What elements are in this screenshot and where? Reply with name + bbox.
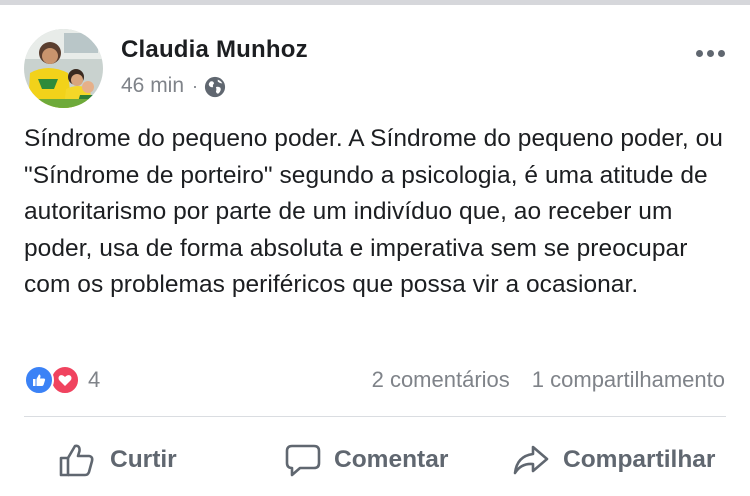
avatar[interactable]	[24, 29, 103, 108]
more-dot-icon	[695, 49, 703, 57]
share-arrow-icon	[513, 445, 549, 475]
comment-bubble-icon	[285, 444, 321, 477]
comments-count-link[interactable]: 2 comentários	[372, 367, 510, 393]
meta-separator: ·	[192, 75, 199, 96]
more-dot-icon	[706, 49, 714, 57]
post-stats: 2 comentários 1 compartilhamento	[372, 364, 725, 396]
comment-button-label: Comentar	[334, 446, 449, 473]
like-button-label: Curtir	[110, 446, 177, 473]
post-time[interactable]: 46 min	[121, 74, 184, 98]
reactions-summary[interactable]: 4	[24, 364, 100, 396]
share-button-label: Compartilhar	[563, 446, 716, 473]
author-name[interactable]: Claudia Munhoz	[121, 36, 308, 64]
globe-icon[interactable]	[204, 76, 226, 98]
comment-button[interactable]: Comentar	[284, 438, 448, 482]
post-meta: 46 min ·	[121, 72, 226, 100]
reaction-count: 4	[88, 367, 101, 392]
love-reaction-icon	[50, 365, 80, 395]
like-reaction-icon	[24, 365, 54, 395]
more-dot-icon	[717, 49, 725, 57]
thumbs-up-icon	[59, 444, 94, 477]
like-button[interactable]: Curtir	[58, 438, 177, 482]
shares-count-link[interactable]: 1 compartilhamento	[532, 367, 725, 393]
post-text: Síndrome do pequeno poder. A Síndrome do…	[24, 125, 723, 298]
avatar-photo	[24, 29, 103, 108]
top-border	[0, 0, 750, 5]
divider	[24, 416, 726, 417]
more-options-button[interactable]	[690, 43, 730, 63]
share-button[interactable]: Compartilhar	[511, 438, 715, 482]
